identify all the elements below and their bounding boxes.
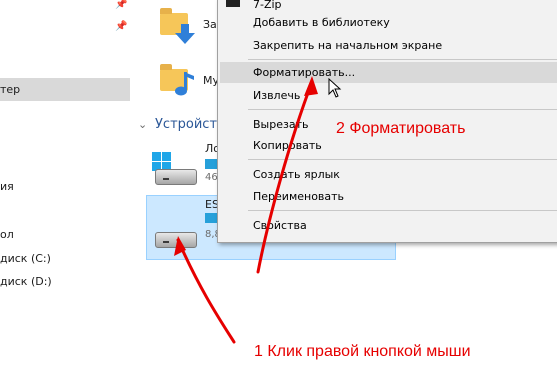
arrow-format: [256, 80, 314, 274]
annotation-step-1: 1 Клик правой кнопкой мыши: [254, 343, 471, 360]
arrowhead-format: [304, 76, 318, 96]
annotation-step-2: 2 Форматировать: [336, 120, 466, 137]
arrow-right-click: [176, 238, 236, 344]
annotation-arrows: [174, 76, 318, 344]
